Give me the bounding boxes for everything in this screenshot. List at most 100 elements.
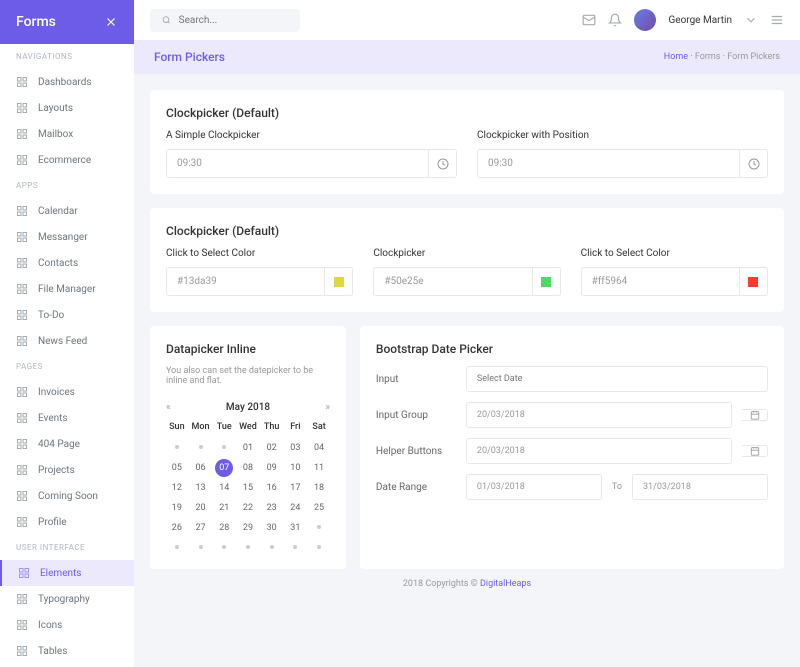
cal-day[interactable]: 31 — [285, 519, 307, 537]
cal-day[interactable]: 12 — [166, 479, 188, 497]
sidebar-item-layouts[interactable]: Layouts — [0, 95, 134, 121]
cal-day[interactable]: 07 — [215, 459, 233, 477]
nav-icon — [16, 619, 28, 631]
sidebar-item-file-manager[interactable]: File Manager — [0, 276, 134, 302]
avatar[interactable] — [634, 9, 656, 31]
sidebar-item-mailbox[interactable]: Mailbox — [0, 121, 134, 147]
calendar-icon[interactable] — [742, 445, 768, 457]
cal-month[interactable]: May 2018 — [226, 402, 270, 413]
sidebar-item-dashboards[interactable]: Dashboards — [0, 69, 134, 95]
cal-day[interactable]: 05 — [166, 459, 188, 477]
cal-day[interactable]: 26 — [166, 519, 188, 537]
clock-icon[interactable] — [739, 150, 767, 177]
menu-icon[interactable] — [770, 13, 784, 27]
color-input-2[interactable] — [374, 268, 531, 295]
cal-day[interactable]: 30 — [261, 519, 283, 537]
nav-icon — [16, 645, 28, 657]
footer: 2018 Copyrights © DigitalHeaps — [150, 569, 784, 599]
breadcrumb-home[interactable]: Home — [664, 52, 688, 62]
cal-day[interactable]: 19 — [166, 499, 188, 517]
cal-day[interactable]: 14 — [213, 479, 235, 497]
color-swatch-3[interactable] — [739, 268, 767, 295]
cal-day[interactable] — [213, 539, 235, 553]
cal-day[interactable] — [308, 519, 330, 537]
clock-icon[interactable] — [428, 150, 456, 177]
footer-link[interactable]: DigitalHeaps — [480, 579, 531, 589]
cal-day[interactable]: 02 — [261, 439, 283, 457]
color-swatch-2[interactable] — [532, 268, 560, 295]
sidebar-item-profile[interactable]: Profile — [0, 509, 134, 535]
cal-day[interactable]: 03 — [285, 439, 307, 457]
cal-day[interactable]: 13 — [190, 479, 212, 497]
cal-day[interactable]: 24 — [285, 499, 307, 517]
bell-icon[interactable] — [608, 13, 622, 27]
sidebar-item-elements[interactable]: Elements — [0, 560, 134, 586]
cal-day[interactable]: 06 — [190, 459, 212, 477]
search-box[interactable] — [150, 9, 300, 32]
cal-day[interactable] — [285, 539, 307, 553]
cal-day[interactable]: 25 — [308, 499, 330, 517]
page-title: Form Pickers — [154, 50, 225, 64]
cal-day[interactable]: 15 — [237, 479, 259, 497]
cal-day[interactable]: 18 — [308, 479, 330, 497]
dp-input[interactable] — [466, 366, 768, 392]
collapse-icon[interactable] — [104, 15, 118, 29]
dp-helper[interactable] — [466, 438, 732, 464]
calendar-icon[interactable] — [742, 409, 768, 421]
sidebar-item-ecommerce[interactable]: Ecommerce — [0, 147, 134, 173]
color-swatch-1[interactable] — [324, 268, 352, 295]
cal-day[interactable]: 09 — [261, 459, 283, 477]
color-input-1[interactable] — [167, 268, 324, 295]
sidebar-item-calendar[interactable]: Calendar — [0, 198, 134, 224]
sidebar-item-news-feed[interactable]: News Feed — [0, 328, 134, 354]
cal-day[interactable] — [213, 439, 235, 457]
cal-day[interactable] — [190, 539, 212, 553]
sidebar-item-tables[interactable]: Tables — [0, 638, 134, 664]
cal-day[interactable] — [237, 539, 259, 553]
dp-range-to[interactable] — [632, 474, 768, 500]
color-input-3[interactable] — [582, 268, 739, 295]
clockpicker-simple-input[interactable] — [167, 150, 428, 177]
cal-day[interactable]: 01 — [237, 439, 259, 457]
breadcrumb: Home · Forms · Form Pickers — [664, 52, 780, 62]
cal-day[interactable]: 21 — [213, 499, 235, 517]
cal-day[interactable] — [308, 539, 330, 553]
search-input[interactable] — [179, 15, 288, 26]
cal-day[interactable]: 17 — [285, 479, 307, 497]
cal-day[interactable]: 10 — [285, 459, 307, 477]
cal-day[interactable]: 16 — [261, 479, 283, 497]
cal-day[interactable]: 08 — [237, 459, 259, 477]
cal-day[interactable]: 23 — [261, 499, 283, 517]
cal-next[interactable]: » — [325, 402, 330, 413]
sidebar-item-icons[interactable]: Icons — [0, 612, 134, 638]
cal-day[interactable] — [166, 539, 188, 553]
sidebar-item-to-do[interactable]: To-Do — [0, 302, 134, 328]
cal-day[interactable]: 28 — [213, 519, 235, 537]
nav-section-header: NAVIGATIONS — [0, 44, 134, 69]
sidebar-item-messanger[interactable]: Messanger — [0, 224, 134, 250]
sidebar-item-coming-soon[interactable]: Coming Soon — [0, 483, 134, 509]
cal-day[interactable] — [261, 539, 283, 553]
sidebar-item-invoices[interactable]: Invoices — [0, 379, 134, 405]
dp-input-group[interactable] — [466, 402, 732, 428]
sidebar-item-404-page[interactable]: 404 Page — [0, 431, 134, 457]
cal-day[interactable] — [166, 439, 188, 457]
cal-day[interactable]: 04 — [308, 439, 330, 457]
dp-range-from[interactable] — [466, 474, 602, 500]
cal-day[interactable]: 22 — [237, 499, 259, 517]
sidebar-item-events[interactable]: Events — [0, 405, 134, 431]
cal-day[interactable]: 11 — [308, 459, 330, 477]
sidebar-item-projects[interactable]: Projects — [0, 457, 134, 483]
cal-day[interactable]: 29 — [237, 519, 259, 537]
sidebar-item-typography[interactable]: Typography — [0, 586, 134, 612]
sidebar-item-contacts[interactable]: Contacts — [0, 250, 134, 276]
cal-day[interactable]: 27 — [190, 519, 212, 537]
cal-day[interactable] — [190, 439, 212, 457]
chevron-down-icon[interactable] — [744, 13, 758, 27]
cal-dow: Thu — [261, 417, 283, 437]
clockpicker-position-input[interactable] — [478, 150, 739, 177]
nav-icon — [16, 412, 28, 424]
mail-icon[interactable] — [582, 13, 596, 27]
cal-prev[interactable]: « — [166, 402, 171, 413]
cal-day[interactable]: 20 — [190, 499, 212, 517]
